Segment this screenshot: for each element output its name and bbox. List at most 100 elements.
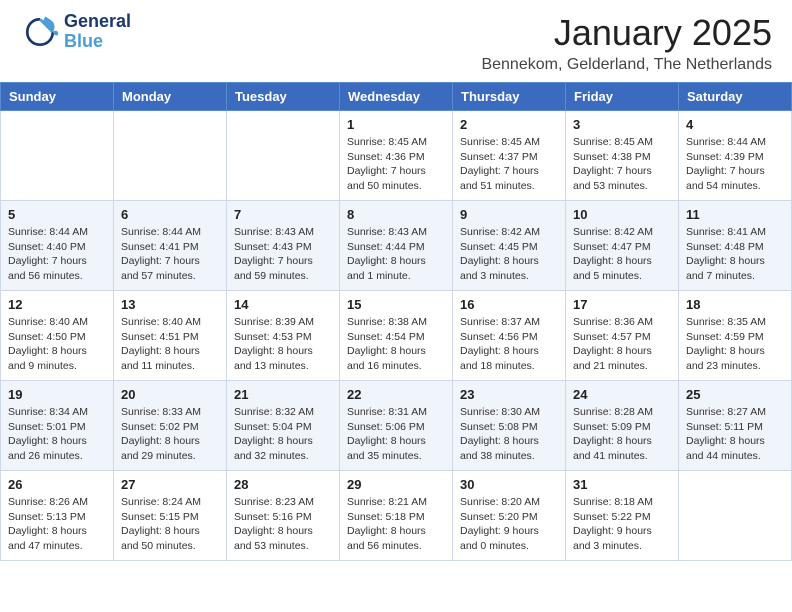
cell-text: Sunrise: 8:21 AM Sunset: 5:18 PM Dayligh…	[347, 495, 445, 554]
day-number: 15	[347, 297, 445, 312]
calendar-cell: 29Sunrise: 8:21 AM Sunset: 5:18 PM Dayli…	[340, 471, 453, 561]
day-number: 21	[234, 387, 332, 402]
cell-text: Sunrise: 8:43 AM Sunset: 4:44 PM Dayligh…	[347, 225, 445, 284]
day-number: 16	[460, 297, 558, 312]
cell-text: Sunrise: 8:45 AM Sunset: 4:38 PM Dayligh…	[573, 135, 671, 194]
day-number: 1	[347, 117, 445, 132]
day-number: 30	[460, 477, 558, 492]
cell-text: Sunrise: 8:40 AM Sunset: 4:50 PM Dayligh…	[8, 315, 106, 374]
calendar-cell: 1Sunrise: 8:45 AM Sunset: 4:36 PM Daylig…	[340, 111, 453, 201]
calendar-cell: 3 Sunrise: 8:45 AM Sunset: 4:38 PM Daylig…	[566, 111, 679, 201]
location: Bennekom, Gelderland, The Netherlands	[481, 56, 772, 74]
logo-general-text: General	[64, 12, 131, 32]
logo-blue-text: Blue	[64, 32, 131, 52]
day-number: 11	[686, 207, 784, 222]
weekday-header-monday: Monday	[114, 83, 227, 111]
calendar-week-row: 1Sunrise: 8:45 AM Sunset: 4:36 PM Daylig…	[1, 111, 792, 201]
day-number: 23	[460, 387, 558, 402]
calendar-cell: 10Sunrise: 8:42 AM Sunset: 4:47 PM Dayli…	[566, 201, 679, 291]
weekday-header-thursday: Thursday	[453, 83, 566, 111]
day-number: 7	[234, 207, 332, 222]
calendar-cell: 27 Sunrise: 8:24 AM Sunset: 5:15 PM Dayli…	[114, 471, 227, 561]
calendar-cell: 9 Sunrise: 8:42 AM Sunset: 4:45 PM Daylig…	[453, 201, 566, 291]
day-number: 20	[121, 387, 219, 402]
weekday-header-tuesday: Tuesday	[227, 83, 340, 111]
cell-text: Sunrise: 8:36 AM Sunset: 4:57 PM Dayligh…	[573, 315, 671, 374]
day-number: 27	[121, 477, 219, 492]
cell-text: Sunrise: 8:45 AM Sunset: 4:37 PM Dayligh…	[460, 135, 558, 194]
cell-text: Sunrise: 8:24 AM Sunset: 5:15 PM Dayligh…	[121, 495, 219, 554]
calendar-cell: 16Sunrise: 8:37 AM Sunset: 4:56 PM Dayli…	[453, 291, 566, 381]
day-number: 3	[573, 117, 671, 132]
day-number: 8	[347, 207, 445, 222]
logo: General Blue	[20, 12, 131, 52]
calendar-cell	[1, 111, 114, 201]
calendar-cell: 12 Sunrise: 8:40 AM Sunset: 4:50 PM Dayli…	[1, 291, 114, 381]
cell-text: Sunrise: 8:42 AM Sunset: 4:45 PM Dayligh…	[460, 225, 558, 284]
weekday-header-wednesday: Wednesday	[340, 83, 453, 111]
calendar-cell: 18 Sunrise: 8:35 AM Sunset: 4:59 PM Dayli…	[679, 291, 792, 381]
day-number: 18	[686, 297, 784, 312]
cell-text: Sunrise: 8:34 AM Sunset: 5:01 PM Dayligh…	[8, 405, 106, 464]
weekday-header-saturday: Saturday	[679, 83, 792, 111]
calendar-week-row: 26Sunrise: 8:26 AM Sunset: 5:13 PM Dayli…	[1, 471, 792, 561]
day-number: 28	[234, 477, 332, 492]
calendar-cell: 2 Sunrise: 8:45 AM Sunset: 4:37 PM Daylig…	[453, 111, 566, 201]
cell-text: Sunrise: 8:33 AM Sunset: 5:02 PM Dayligh…	[121, 405, 219, 464]
calendar-week-row: 12 Sunrise: 8:40 AM Sunset: 4:50 PM Dayli…	[1, 291, 792, 381]
calendar-cell: 21 Sunrise: 8:32 AM Sunset: 5:04 PM Dayli…	[227, 381, 340, 471]
calendar-cell: 23 Sunrise: 8:30 AM Sunset: 5:08 PM Dayli…	[453, 381, 566, 471]
calendar-cell: 28 Sunrise: 8:23 AM Sunset: 5:16 PM Dayli…	[227, 471, 340, 561]
day-number: 4	[686, 117, 784, 132]
day-number: 22	[347, 387, 445, 402]
calendar-cell: 7 Sunrise: 8:43 AM Sunset: 4:43 PM Daylig…	[227, 201, 340, 291]
calendar-cell: 31Sunrise: 8:18 AM Sunset: 5:22 PM Dayli…	[566, 471, 679, 561]
cell-text: Sunrise: 8:44 AM Sunset: 4:41 PM Dayligh…	[121, 225, 219, 284]
logo-wordmark: General Blue	[64, 12, 131, 52]
calendar-table: SundayMondayTuesdayWednesdayThursdayFrid…	[0, 82, 792, 561]
day-number: 14	[234, 297, 332, 312]
month-title: January 2025	[481, 12, 772, 54]
cell-text: Sunrise: 8:43 AM Sunset: 4:43 PM Dayligh…	[234, 225, 332, 284]
calendar-cell: 17Sunrise: 8:36 AM Sunset: 4:57 PM Dayli…	[566, 291, 679, 381]
cell-text: Sunrise: 8:23 AM Sunset: 5:16 PM Dayligh…	[234, 495, 332, 554]
calendar-week-row: 5 Sunrise: 8:44 AM Sunset: 4:40 PM Daylig…	[1, 201, 792, 291]
cell-text: Sunrise: 8:39 AM Sunset: 4:53 PM Dayligh…	[234, 315, 332, 374]
calendar-cell: 8 Sunrise: 8:43 AM Sunset: 4:44 PM Daylig…	[340, 201, 453, 291]
weekday-header-sunday: Sunday	[1, 83, 114, 111]
day-number: 19	[8, 387, 106, 402]
calendar-cell: 4 Sunrise: 8:44 AM Sunset: 4:39 PM Daylig…	[679, 111, 792, 201]
weekday-header-friday: Friday	[566, 83, 679, 111]
day-number: 6	[121, 207, 219, 222]
day-number: 31	[573, 477, 671, 492]
weekday-header-row: SundayMondayTuesdayWednesdayThursdayFrid…	[1, 83, 792, 111]
cell-text: Sunrise: 8:42 AM Sunset: 4:47 PM Dayligh…	[573, 225, 671, 284]
day-number: 2	[460, 117, 558, 132]
calendar-cell	[679, 471, 792, 561]
cell-text: Sunrise: 8:40 AM Sunset: 4:51 PM Dayligh…	[121, 315, 219, 374]
cell-text: Sunrise: 8:30 AM Sunset: 5:08 PM Dayligh…	[460, 405, 558, 464]
day-number: 26	[8, 477, 106, 492]
calendar-cell: 25 Sunrise: 8:27 AM Sunset: 5:11 PM Dayli…	[679, 381, 792, 471]
calendar-cell: 30 Sunrise: 8:20 AM Sunset: 5:20 PM Dayli…	[453, 471, 566, 561]
calendar-cell: 19 Sunrise: 8:34 AM Sunset: 5:01 PM Dayli…	[1, 381, 114, 471]
calendar-cell: 13 Sunrise: 8:40 AM Sunset: 4:51 PM Dayli…	[114, 291, 227, 381]
cell-text: Sunrise: 8:41 AM Sunset: 4:48 PM Dayligh…	[686, 225, 784, 284]
cell-text: Sunrise: 8:32 AM Sunset: 5:04 PM Dayligh…	[234, 405, 332, 464]
cell-text: Sunrise: 8:27 AM Sunset: 5:11 PM Dayligh…	[686, 405, 784, 464]
calendar-cell	[227, 111, 340, 201]
cell-text: Sunrise: 8:31 AM Sunset: 5:06 PM Dayligh…	[347, 405, 445, 464]
cell-text: Sunrise: 8:44 AM Sunset: 4:39 PM Dayligh…	[686, 135, 784, 194]
calendar-cell: 14 Sunrise: 8:39 AM Sunset: 4:53 PM Dayli…	[227, 291, 340, 381]
day-number: 12	[8, 297, 106, 312]
cell-text: Sunrise: 8:20 AM Sunset: 5:20 PM Dayligh…	[460, 495, 558, 554]
calendar-cell: 22 Sunrise: 8:31 AM Sunset: 5:06 PM Dayli…	[340, 381, 453, 471]
day-number: 9	[460, 207, 558, 222]
day-number: 25	[686, 387, 784, 402]
cell-text: Sunrise: 8:44 AM Sunset: 4:40 PM Dayligh…	[8, 225, 106, 284]
calendar-cell: 5 Sunrise: 8:44 AM Sunset: 4:40 PM Daylig…	[1, 201, 114, 291]
day-number: 13	[121, 297, 219, 312]
cell-text: Sunrise: 8:35 AM Sunset: 4:59 PM Dayligh…	[686, 315, 784, 374]
calendar-cell	[114, 111, 227, 201]
day-number: 5	[8, 207, 106, 222]
